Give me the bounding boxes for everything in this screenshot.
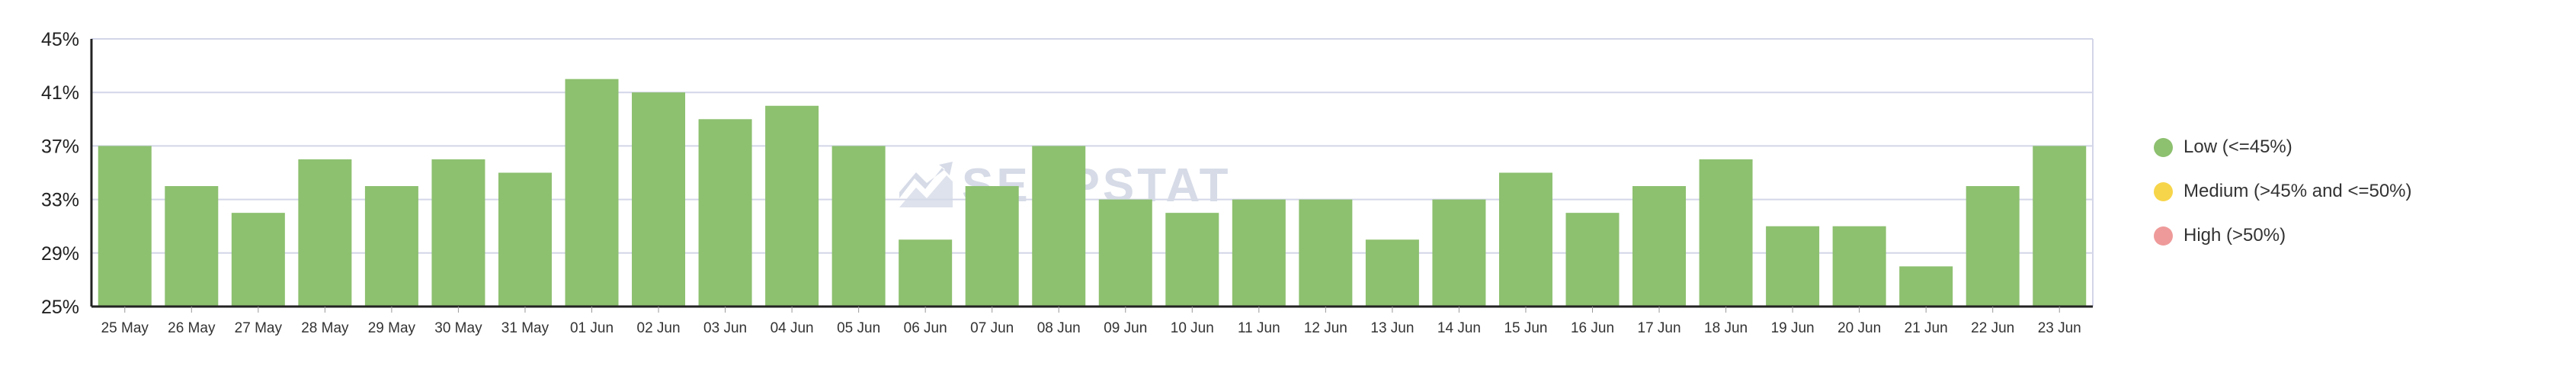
x-tick-label: 12 Jun bbox=[1304, 320, 1347, 336]
x-tick-label: 03 Jun bbox=[703, 320, 747, 336]
legend-label-high: High (>50%) bbox=[2184, 225, 2286, 246]
y-tick-label: 37% bbox=[41, 136, 79, 157]
y-axis-ticks: 25% 29% 33% 37% 41% 45% bbox=[41, 29, 79, 318]
bar[interactable] bbox=[831, 146, 886, 307]
x-tick-label: 01 Jun bbox=[570, 320, 614, 336]
bar[interactable] bbox=[1766, 226, 1820, 307]
bar[interactable] bbox=[231, 213, 285, 307]
x-tick-label: 14 Jun bbox=[1437, 320, 1481, 336]
x-tick-label: 10 Jun bbox=[1171, 320, 1214, 336]
x-tick-label: 27 May bbox=[235, 320, 283, 336]
x-tick-label: 19 Jun bbox=[1771, 320, 1815, 336]
bar[interactable] bbox=[1498, 172, 1552, 307]
x-tick-label: 26 May bbox=[168, 320, 216, 336]
bar[interactable] bbox=[1165, 213, 1219, 307]
bar[interactable] bbox=[431, 159, 485, 307]
bar[interactable] bbox=[1299, 199, 1353, 307]
bar[interactable] bbox=[1699, 159, 1753, 307]
bar[interactable] bbox=[1899, 266, 1953, 307]
bar[interactable] bbox=[899, 239, 953, 307]
x-tick-label: 07 Jun bbox=[970, 320, 1014, 336]
watermark-logo-icon bbox=[899, 162, 953, 207]
bar[interactable] bbox=[1098, 199, 1152, 307]
bar[interactable] bbox=[1232, 199, 1286, 307]
y-tick-label: 33% bbox=[41, 190, 79, 211]
bar[interactable] bbox=[298, 159, 352, 307]
x-tick-label: 13 Jun bbox=[1370, 320, 1414, 336]
x-tick-label: 02 Jun bbox=[637, 320, 681, 336]
bar[interactable] bbox=[1832, 226, 1886, 307]
bar[interactable] bbox=[698, 119, 752, 307]
legend: Low (<=45%) Medium (>45% and <=50%) High… bbox=[2154, 125, 2412, 258]
legend-label-low: Low (<=45%) bbox=[2184, 136, 2292, 157]
x-tick-label: 28 May bbox=[301, 320, 349, 336]
x-tick-label: 16 Jun bbox=[1571, 320, 1614, 336]
legend-item-medium[interactable]: Medium (>45% and <=50%) bbox=[2154, 169, 2412, 214]
bar[interactable] bbox=[98, 146, 152, 307]
y-tick-label: 41% bbox=[41, 82, 79, 104]
legend-item-low[interactable]: Low (<=45%) bbox=[2154, 125, 2412, 169]
y-tick-label: 45% bbox=[41, 29, 79, 50]
legend-dot-medium-icon bbox=[2154, 181, 2173, 201]
bar[interactable] bbox=[1365, 239, 1419, 307]
bar[interactable] bbox=[1966, 186, 2020, 307]
bar[interactable] bbox=[2033, 146, 2087, 307]
bar[interactable] bbox=[498, 172, 552, 307]
x-tick-label: 17 Jun bbox=[1638, 320, 1681, 336]
bar[interactable] bbox=[765, 105, 819, 307]
x-axis-ticks: 25 May 26 May 27 May 28 May 29 May 30 May 31 M… bbox=[101, 307, 2081, 336]
x-tick-label: 15 Jun bbox=[1504, 320, 1547, 336]
x-tick-label: 06 Jun bbox=[904, 320, 947, 336]
bar[interactable] bbox=[632, 92, 686, 307]
bar[interactable] bbox=[165, 186, 219, 307]
x-tick-label: 08 Jun bbox=[1037, 320, 1081, 336]
x-tick-label: 29 May bbox=[368, 320, 416, 336]
legend-item-high[interactable]: High (>50%) bbox=[2154, 214, 2412, 258]
bar[interactable] bbox=[364, 186, 418, 307]
x-tick-label: 25 May bbox=[101, 320, 149, 336]
y-tick-label: 29% bbox=[41, 243, 79, 265]
x-tick-label: 04 Jun bbox=[771, 320, 814, 336]
x-tick-label: 11 Jun bbox=[1238, 320, 1280, 336]
bar[interactable] bbox=[1032, 146, 1086, 307]
bar[interactable] bbox=[965, 186, 1019, 307]
legend-dot-high-icon bbox=[2154, 226, 2173, 246]
x-tick-label: 09 Jun bbox=[1104, 320, 1147, 336]
x-tick-label: 18 Jun bbox=[1704, 320, 1748, 336]
x-tick-label: 05 Jun bbox=[837, 320, 880, 336]
x-tick-label: 31 May bbox=[501, 320, 549, 336]
bar[interactable] bbox=[565, 79, 619, 307]
bar[interactable] bbox=[1565, 213, 1620, 307]
legend-label-medium: Medium (>45% and <=50%) bbox=[2184, 181, 2412, 201]
bar[interactable] bbox=[1632, 186, 1687, 307]
y-tick-label: 25% bbox=[41, 297, 79, 318]
x-tick-label: 23 Jun bbox=[2038, 320, 2081, 336]
legend-dot-low-icon bbox=[2154, 137, 2173, 157]
x-tick-label: 20 Jun bbox=[1837, 320, 1881, 336]
x-tick-label: 22 Jun bbox=[1971, 320, 2014, 336]
bar[interactable] bbox=[1432, 199, 1486, 307]
x-tick-label: 30 May bbox=[434, 320, 482, 336]
x-tick-label: 21 Jun bbox=[1905, 320, 1948, 336]
